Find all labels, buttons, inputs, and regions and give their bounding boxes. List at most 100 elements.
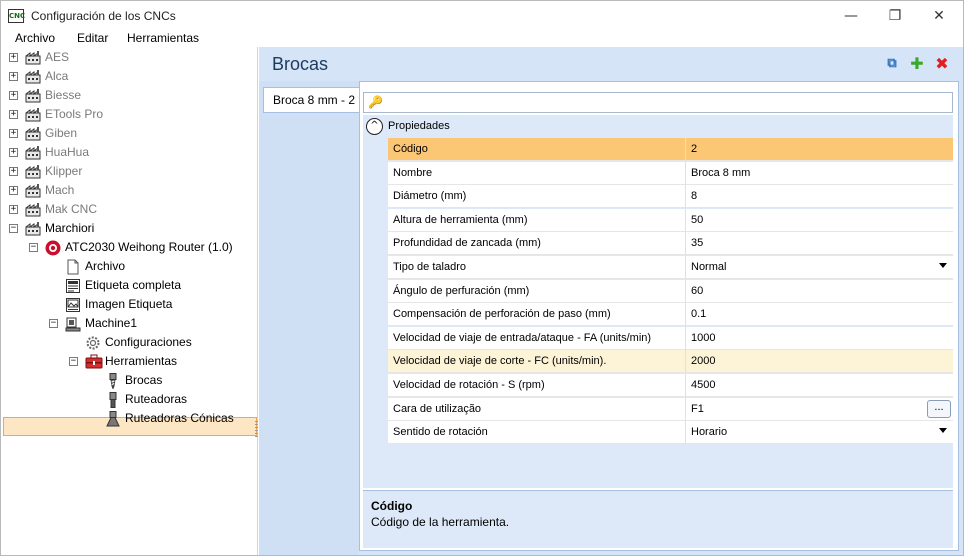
tree-item-machine-child-2[interactable]: Imagen Etiqueta bbox=[1, 295, 255, 314]
tree-item-configuraciones[interactable]: Configuraciones bbox=[1, 333, 255, 352]
tree-item-mfr-6[interactable]: + Klipper bbox=[1, 162, 255, 181]
property-value[interactable]: 35 bbox=[685, 232, 953, 256]
property-row[interactable]: Tipo de taladro Normal bbox=[388, 256, 953, 279]
add-icon[interactable]: ✚ bbox=[908, 55, 926, 73]
property-value[interactable]: 4500 bbox=[685, 374, 953, 397]
property-row[interactable]: Velocidad de viaje de entrada/ataque - F… bbox=[388, 326, 953, 350]
tab-broca[interactable]: Broca 8 mm - 2 bbox=[263, 87, 359, 113]
property-value[interactable]: 0.1 bbox=[685, 303, 953, 327]
property-row[interactable]: Nombre Broca 8 mm bbox=[388, 161, 953, 185]
drill-icon bbox=[105, 373, 121, 390]
expand-icon[interactable]: + bbox=[9, 53, 18, 62]
cnc-tree[interactable]: + AES + Alca + Biesse + ETools Pro + Giben + HuaHua… bbox=[1, 47, 258, 555]
property-row[interactable]: Código 2 bbox=[388, 138, 953, 161]
collapse-icon[interactable]: − bbox=[69, 357, 78, 366]
property-value[interactable]: 2000 bbox=[685, 350, 953, 374]
property-value-text: 1000 bbox=[691, 331, 716, 344]
expand-icon[interactable]: + bbox=[9, 186, 18, 195]
property-row[interactable]: Ángulo de perfuración (mm) 60 bbox=[388, 279, 953, 303]
property-name: Sentido de rotación bbox=[393, 426, 488, 439]
tree-item-machine-child-0[interactable]: Archivo bbox=[1, 257, 255, 276]
collapse-icon[interactable]: − bbox=[29, 243, 38, 252]
property-row[interactable]: Velocidad de viaje de corte - FC (units/… bbox=[388, 350, 953, 374]
minimize-button[interactable]: — bbox=[828, 4, 874, 28]
tree-item-tool-2[interactable]: Ruteadoras Cónicas bbox=[1, 409, 255, 428]
cone-router-icon bbox=[105, 411, 121, 427]
collapse-icon[interactable]: ^ bbox=[366, 118, 383, 135]
property-value[interactable]: Horario bbox=[685, 421, 953, 445]
tree-item-label: Brocas bbox=[125, 373, 163, 387]
tree-item-machine-child-1[interactable]: Etiqueta completa bbox=[1, 276, 255, 295]
tree-item-mfr-5[interactable]: + HuaHua bbox=[1, 143, 255, 162]
menu-editar[interactable]: Editar bbox=[77, 31, 108, 45]
tree-item-machine1[interactable]: − Machine1 bbox=[1, 314, 255, 333]
property-name: Velocidad de viaje de corte - FC (units/… bbox=[393, 355, 607, 368]
tree-item-mfr-3[interactable]: + ETools Pro bbox=[1, 105, 255, 124]
expand-icon[interactable]: + bbox=[9, 148, 18, 157]
copy-icon[interactable]: ⧉ bbox=[883, 55, 901, 73]
label-icon bbox=[65, 278, 81, 293]
property-value[interactable]: Normal bbox=[685, 256, 953, 279]
tree-item-mfr-1[interactable]: + Alca bbox=[1, 67, 255, 86]
property-row[interactable]: Compensación de perforación de paso (mm)… bbox=[388, 303, 953, 327]
expand-icon[interactable]: + bbox=[9, 72, 18, 81]
factory-icon bbox=[25, 145, 41, 160]
property-search[interactable]: 🔑 bbox=[363, 92, 953, 113]
property-value[interactable]: F1... bbox=[685, 397, 953, 421]
splitter-grip[interactable] bbox=[255, 421, 258, 439]
property-row[interactable]: Profundidad de zancada (mm) 35 bbox=[388, 232, 953, 256]
property-row[interactable]: Altura de herramienta (mm) 50 bbox=[388, 208, 953, 232]
delete-icon[interactable]: ✖ bbox=[933, 55, 951, 73]
tree-item-mfr-4[interactable]: + Giben bbox=[1, 124, 255, 143]
property-value[interactable]: 60 bbox=[685, 279, 953, 303]
tree-item-mfr-8[interactable]: + Mak CNC bbox=[1, 200, 255, 219]
property-row[interactable]: Sentido de rotación Horario bbox=[388, 421, 953, 445]
expand-icon[interactable]: + bbox=[9, 110, 18, 119]
property-row[interactable]: Cara de utilização F1... bbox=[388, 397, 953, 421]
close-button[interactable]: ✕ bbox=[916, 4, 962, 28]
menu-herramientas[interactable]: Herramientas bbox=[127, 31, 199, 45]
menu-archivo[interactable]: Archivo bbox=[15, 31, 55, 45]
property-value[interactable]: 50 bbox=[685, 208, 953, 232]
tree-item-marchiori[interactable]: − Marchiori bbox=[1, 219, 255, 238]
tree-item-herramientas[interactable]: − Herramientas bbox=[1, 352, 255, 371]
tree-item-label: ETools Pro bbox=[45, 107, 104, 121]
property-row[interactable]: Velocidad de rotación - S (rpm) 4500 bbox=[388, 374, 953, 397]
property-value[interactable]: 2 bbox=[685, 138, 953, 161]
property-value-text: 35 bbox=[691, 237, 704, 250]
factory-icon bbox=[25, 221, 41, 236]
expand-icon[interactable]: + bbox=[9, 205, 18, 214]
factory-icon bbox=[25, 50, 41, 65]
tree-item-tool-1[interactable]: Ruteadoras bbox=[1, 390, 255, 409]
search-input[interactable] bbox=[384, 94, 944, 111]
collapse-icon[interactable]: − bbox=[49, 319, 58, 328]
ellipsis-button[interactable]: ... bbox=[927, 399, 951, 418]
property-value[interactable]: 1000 bbox=[685, 326, 953, 350]
dropdown-arrow-icon[interactable] bbox=[939, 263, 947, 268]
tree-item-mfr-0[interactable]: + AES bbox=[1, 48, 255, 67]
collapse-icon[interactable]: − bbox=[9, 224, 18, 233]
tree-item-tool-0[interactable]: Brocas bbox=[1, 371, 255, 390]
maximize-button[interactable]: ❐ bbox=[872, 4, 918, 28]
tree-item-machine[interactable]: − ATC2030 Weihong Router (1.0) bbox=[1, 238, 255, 257]
property-value[interactable]: 8 bbox=[685, 185, 953, 209]
tree-item-mfr-7[interactable]: + Mach bbox=[1, 181, 255, 200]
tree-item-label: Ruteadoras bbox=[125, 392, 188, 406]
property-name: Código bbox=[393, 143, 428, 155]
property-name: Velocidad de viaje de entrada/ataque - F… bbox=[393, 331, 652, 344]
expand-icon[interactable]: + bbox=[9, 167, 18, 176]
category-row[interactable]: ^ Propiedades bbox=[363, 115, 953, 138]
expand-icon[interactable]: + bbox=[9, 91, 18, 100]
cnc-app-icon: CNC bbox=[8, 9, 25, 23]
dropdown-arrow-icon[interactable] bbox=[939, 428, 947, 434]
expand-icon[interactable]: + bbox=[9, 129, 18, 138]
property-value-text: 0.1 bbox=[691, 308, 707, 321]
description-text: Código de la herramienta. bbox=[371, 515, 510, 529]
tree-item-mfr-2[interactable]: + Biesse bbox=[1, 86, 255, 105]
property-value[interactable]: Broca 8 mm bbox=[685, 161, 953, 185]
tree-item-label: Mach bbox=[45, 183, 75, 197]
property-row[interactable]: Diámetro (mm) 8 bbox=[388, 185, 953, 209]
property-name: Profundidad de zancada (mm) bbox=[393, 237, 541, 250]
property-value-text: 50 bbox=[691, 213, 704, 226]
tree-item-label: Marchiori bbox=[45, 221, 95, 235]
